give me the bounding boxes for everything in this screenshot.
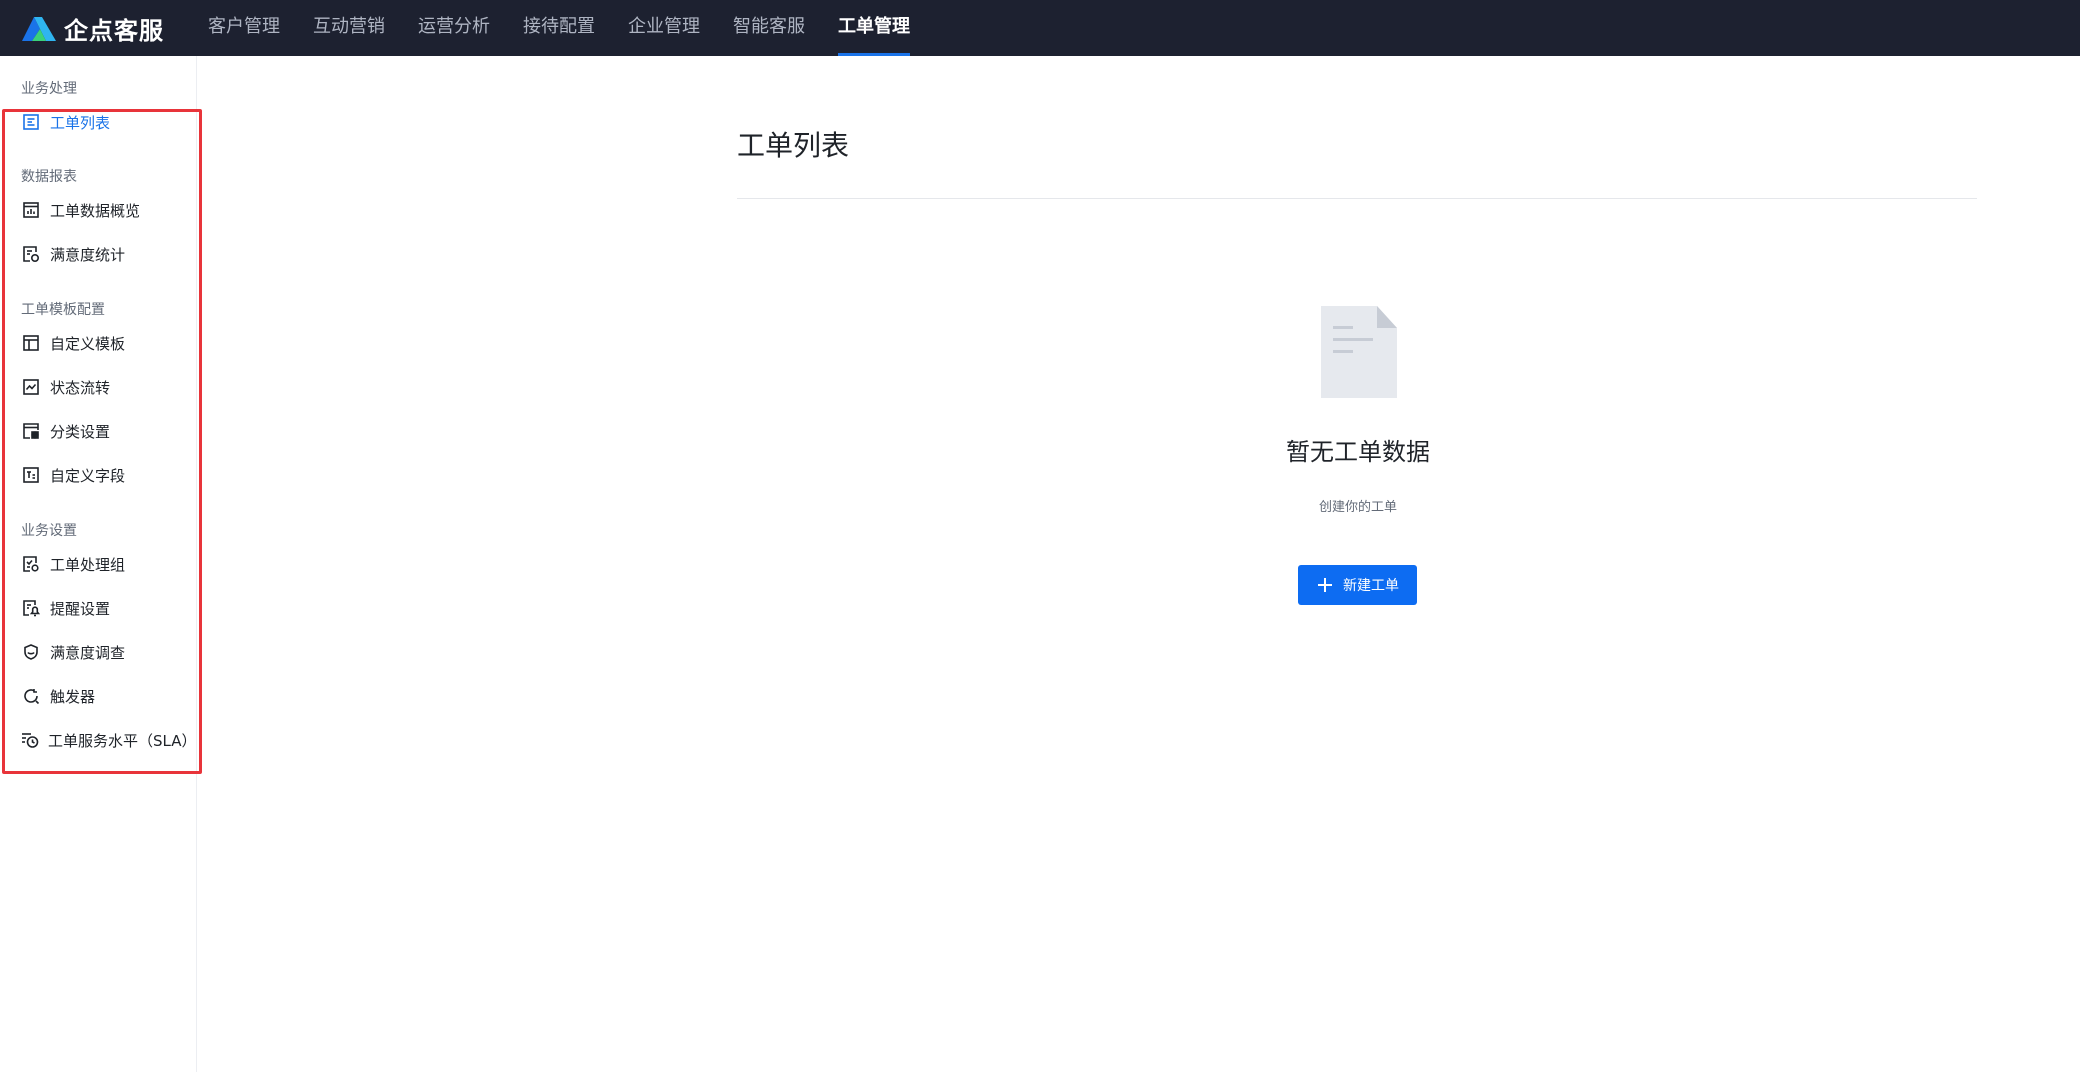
line-chart-icon xyxy=(21,377,41,397)
sidebar-item-label: 工单列表 xyxy=(50,113,111,132)
text-field-icon xyxy=(21,465,41,485)
sidebar-item-label: 状态流转 xyxy=(50,378,111,397)
sidebar-group-title: 数据报表 xyxy=(21,169,77,185)
sidebar-item-sla[interactable]: 工单服务水平（SLA） xyxy=(21,725,197,755)
sidebar-item-label: 自定义模板 xyxy=(50,334,126,353)
trigger-icon xyxy=(21,686,41,706)
nav-item-enterprise-management[interactable]: 企业管理 xyxy=(628,0,700,56)
sla-clock-icon xyxy=(21,730,39,750)
empty-state-subtitle: 创建你的工单 xyxy=(1318,500,1397,515)
sidebar-item-ticket-data-overview[interactable]: 工单数据概览 xyxy=(21,195,193,225)
page-title: 工单列表 xyxy=(737,129,850,162)
brand[interactable]: 企点客服 xyxy=(20,0,198,56)
template-layout-icon xyxy=(21,333,41,353)
sidebar-item-ticket-list[interactable]: 工单列表 xyxy=(21,107,193,137)
sidebar-item-reminder-settings[interactable]: 提醒设置 xyxy=(21,593,193,623)
sidebar-item-satisfaction-stats[interactable]: 满意度统计 xyxy=(21,239,193,269)
group-settings-icon xyxy=(21,554,41,574)
survey-icon xyxy=(21,642,41,662)
title-divider xyxy=(737,198,1977,199)
sidebar: 业务处理 工单列表 数据报表 工单数据概览 满意度统计 工单模板配置 自定义模板… xyxy=(0,56,202,1072)
main-content: 工单列表 暂无工单数据 创建你的工单 新建工单 xyxy=(198,56,2080,1072)
sidebar-item-ticket-group[interactable]: 工单处理组 xyxy=(21,549,193,579)
sidebar-group-title: 业务处理 xyxy=(21,81,77,97)
sidebar-item-trigger[interactable]: 触发器 xyxy=(21,681,193,711)
ticket-list-icon xyxy=(21,112,41,132)
sidebar-item-label: 分类设置 xyxy=(50,422,111,441)
satisfaction-stats-icon xyxy=(21,244,41,264)
category-grid-icon xyxy=(21,421,41,441)
sidebar-item-label: 满意度统计 xyxy=(50,245,126,264)
sidebar-group-title: 业务设置 xyxy=(21,523,77,539)
sidebar-item-status-flow[interactable]: 状态流转 xyxy=(21,372,193,402)
main-nav: 客户管理 互动营销 运营分析 接待配置 企业管理 智能客服 工单管理 xyxy=(208,0,943,56)
sidebar-item-label: 满意度调查 xyxy=(50,643,126,662)
nav-item-ticket-management[interactable]: 工单管理 xyxy=(838,0,910,56)
nav-item-operations-analysis[interactable]: 运营分析 xyxy=(418,0,490,56)
nav-item-smart-service[interactable]: 智能客服 xyxy=(733,0,805,56)
nav-item-interactive-marketing[interactable]: 互动营销 xyxy=(313,0,385,56)
sidebar-group-title: 工单模板配置 xyxy=(21,302,105,318)
qidian-logo-icon xyxy=(20,13,60,43)
sidebar-item-category-settings[interactable]: 分类设置 xyxy=(21,416,193,446)
top-navigation-bar: 企点客服 客户管理 互动营销 运营分析 接待配置 企业管理 智能客服 工单管理 xyxy=(0,0,2080,56)
reminder-icon xyxy=(21,598,41,618)
sidebar-item-label: 工单数据概览 xyxy=(50,201,141,220)
plus-icon xyxy=(1316,576,1334,594)
sidebar-item-label: 自定义字段 xyxy=(50,466,126,485)
empty-state-title: 暂无工单数据 xyxy=(1286,438,1430,466)
sidebar-item-label: 提醒设置 xyxy=(50,599,111,618)
sidebar-item-custom-fields[interactable]: 自定义字段 xyxy=(21,460,193,490)
sidebar-item-label: 工单服务水平（SLA） xyxy=(48,731,197,750)
nav-item-customer-management[interactable]: 客户管理 xyxy=(208,0,280,56)
brand-name: 企点客服 xyxy=(64,16,164,45)
new-ticket-button[interactable]: 新建工单 xyxy=(1298,565,1417,605)
sidebar-item-label: 触发器 xyxy=(50,687,96,706)
sidebar-item-label: 工单处理组 xyxy=(50,555,126,574)
empty-document-icon xyxy=(1317,304,1399,400)
sidebar-item-custom-template[interactable]: 自定义模板 xyxy=(21,328,193,358)
sidebar-item-satisfaction-survey[interactable]: 满意度调查 xyxy=(21,637,193,667)
new-ticket-button-label: 新建工单 xyxy=(1343,577,1399,593)
bar-chart-icon xyxy=(21,200,41,220)
nav-item-reception-config[interactable]: 接待配置 xyxy=(523,0,595,56)
